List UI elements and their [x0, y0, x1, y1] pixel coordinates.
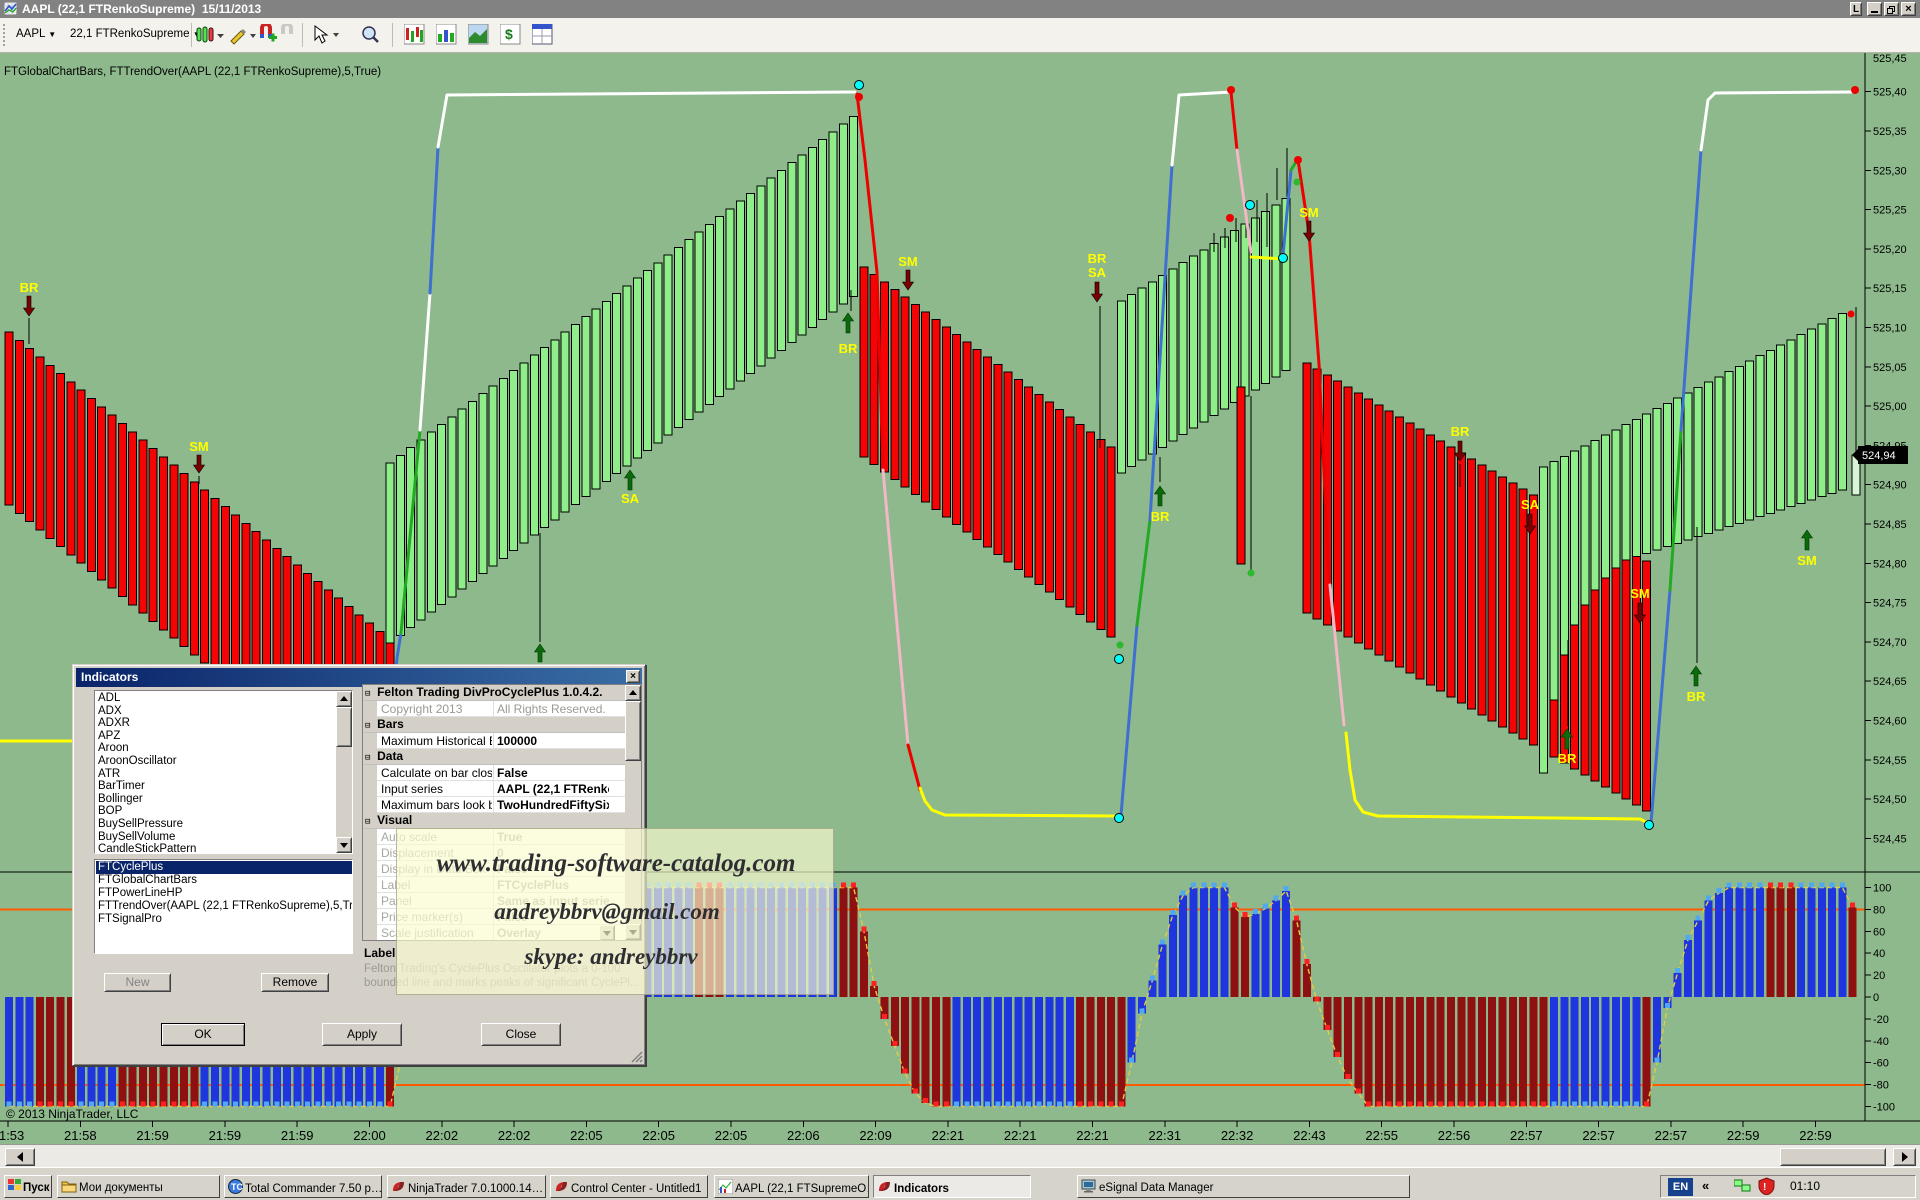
svg-text:22:21: 22:21: [1004, 1128, 1037, 1143]
svg-text:524,50: 524,50: [1873, 794, 1907, 806]
svg-text:525,10: 525,10: [1873, 323, 1907, 335]
svg-text:524,55: 524,55: [1873, 755, 1907, 767]
svg-text:21:59: 21:59: [209, 1128, 242, 1143]
svg-text:0: 0: [1873, 992, 1879, 1004]
svg-text:20: 20: [1873, 970, 1885, 982]
svg-text:60: 60: [1873, 926, 1885, 938]
svg-text:22:43: 22:43: [1293, 1128, 1326, 1143]
svg-text:525,15: 525,15: [1873, 283, 1907, 295]
svg-text:BR: BR: [839, 341, 858, 356]
svg-text:22:57: 22:57: [1510, 1128, 1543, 1143]
svg-text:BR: BR: [1451, 424, 1470, 439]
svg-text:22:59: 22:59: [1727, 1128, 1760, 1143]
svg-text:22:57: 22:57: [1582, 1128, 1615, 1143]
svg-text:524,65: 524,65: [1873, 676, 1907, 688]
svg-text:TC: TC: [231, 1182, 243, 1192]
svg-text:525,45: 525,45: [1873, 53, 1907, 65]
svg-text:SA: SA: [621, 491, 640, 506]
svg-text:-100: -100: [1873, 1101, 1895, 1113]
svg-text:BR: BR: [1151, 509, 1170, 524]
svg-text:SM: SM: [1797, 553, 1817, 568]
svg-text:-20: -20: [1873, 1014, 1889, 1026]
svg-text:525,40: 525,40: [1873, 87, 1907, 99]
svg-text:21:59: 21:59: [136, 1128, 169, 1143]
svg-text:22:21: 22:21: [932, 1128, 965, 1143]
svg-text:524,60: 524,60: [1873, 716, 1907, 728]
svg-text:525,30: 525,30: [1873, 165, 1907, 177]
svg-text:22:57: 22:57: [1655, 1128, 1688, 1143]
svg-text:$: $: [505, 26, 513, 42]
svg-text:524,75: 524,75: [1873, 598, 1907, 610]
svg-text:BR: BR: [1088, 251, 1107, 266]
svg-text:525,00: 525,00: [1873, 401, 1907, 413]
svg-text:22:31: 22:31: [1149, 1128, 1182, 1143]
svg-text:524,70: 524,70: [1873, 637, 1907, 649]
svg-text:22:56: 22:56: [1438, 1128, 1471, 1143]
svg-text:524,85: 524,85: [1873, 519, 1907, 531]
svg-text:524,94: 524,94: [1862, 450, 1896, 462]
svg-text:-80: -80: [1873, 1080, 1889, 1092]
svg-text:524,45: 524,45: [1873, 833, 1907, 845]
svg-text:22:21: 22:21: [1076, 1128, 1109, 1143]
svg-text:524,80: 524,80: [1873, 558, 1907, 570]
svg-text:22:32: 22:32: [1221, 1128, 1254, 1143]
svg-text:-40: -40: [1873, 1036, 1889, 1048]
svg-text:FTGlobalChartBars, FTTrendOver: FTGlobalChartBars, FTTrendOver(AAPL (22,…: [4, 66, 381, 78]
svg-text:525,25: 525,25: [1873, 205, 1907, 217]
svg-text:-60: -60: [1873, 1058, 1889, 1070]
svg-text:21:58: 21:58: [64, 1128, 97, 1143]
svg-text:!: !: [1763, 1182, 1766, 1193]
svg-text:22:02: 22:02: [498, 1128, 531, 1143]
svg-text:22:02: 22:02: [426, 1128, 459, 1143]
svg-text:525,20: 525,20: [1873, 244, 1907, 256]
svg-text:BR: BR: [20, 280, 39, 295]
svg-text:21:59: 21:59: [281, 1128, 314, 1143]
svg-text:22:05: 22:05: [715, 1128, 748, 1143]
svg-text:SA: SA: [1088, 265, 1107, 280]
svg-text:SM: SM: [1299, 205, 1319, 220]
svg-text:22:55: 22:55: [1365, 1128, 1398, 1143]
svg-text:80: 80: [1873, 905, 1885, 917]
svg-text:SM: SM: [1630, 586, 1650, 601]
svg-text:SA: SA: [1521, 497, 1540, 512]
svg-text:100: 100: [1873, 883, 1891, 895]
svg-text:22:09: 22:09: [859, 1128, 892, 1143]
svg-text:BR: BR: [1687, 689, 1706, 704]
svg-text:40: 40: [1873, 948, 1885, 960]
svg-text:© 2013 NinjaTrader, LLC: © 2013 NinjaTrader, LLC: [6, 1107, 139, 1121]
svg-text:21:53: 21:53: [0, 1128, 24, 1143]
svg-text:BR: BR: [1558, 751, 1577, 766]
svg-text:22:05: 22:05: [642, 1128, 675, 1143]
svg-text:524,90: 524,90: [1873, 480, 1907, 492]
svg-text:525,05: 525,05: [1873, 362, 1907, 374]
svg-text:22:00: 22:00: [353, 1128, 386, 1143]
svg-text:525,35: 525,35: [1873, 126, 1907, 138]
svg-text:SM: SM: [189, 439, 209, 454]
svg-text:22:06: 22:06: [787, 1128, 820, 1143]
svg-text:SM: SM: [898, 254, 918, 269]
svg-text:22:59: 22:59: [1799, 1128, 1832, 1143]
svg-text:22:05: 22:05: [570, 1128, 603, 1143]
